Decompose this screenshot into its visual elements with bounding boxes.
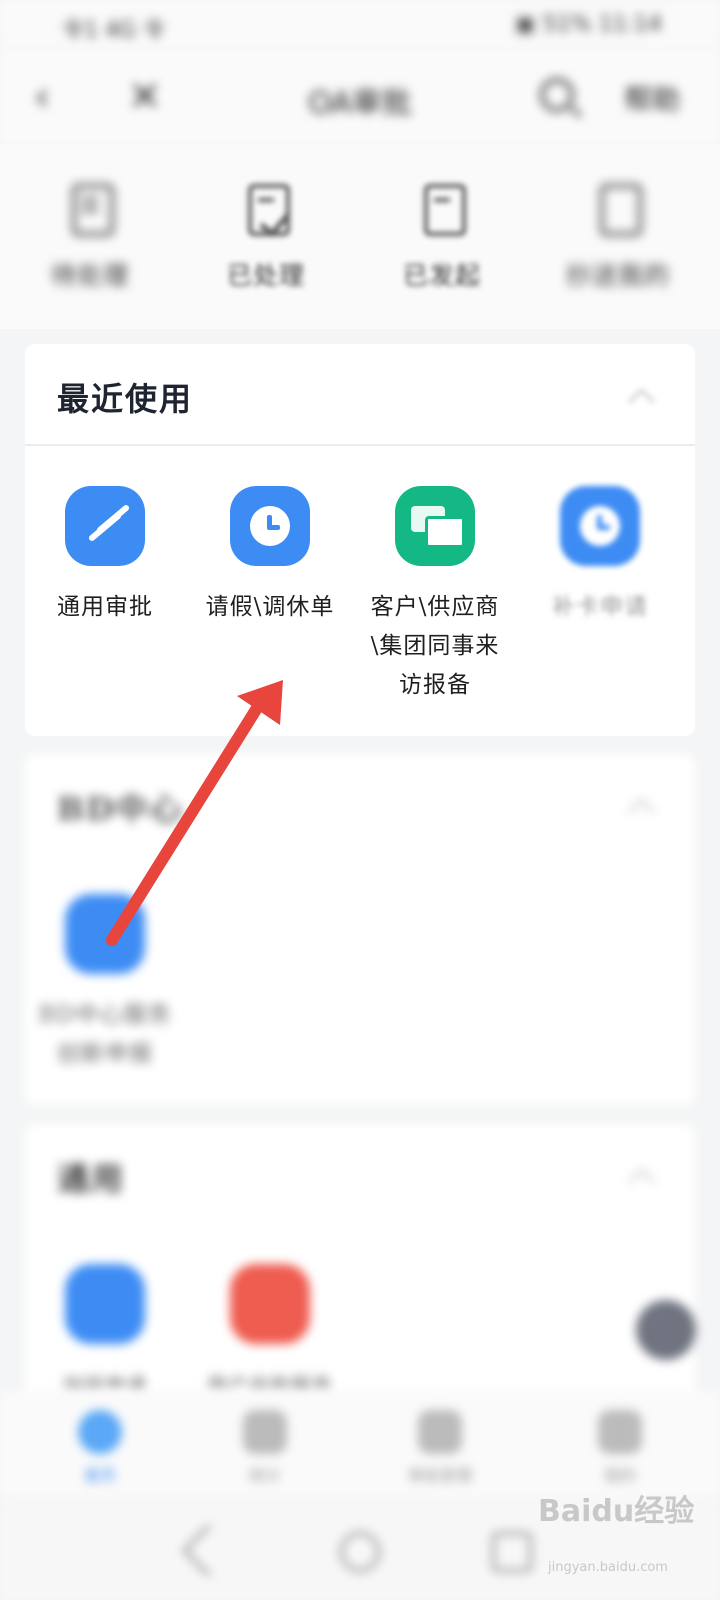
stats-icon bbox=[243, 1410, 287, 1454]
status-right: ▣ 51% 11:14 bbox=[514, 12, 662, 37]
app-overtime[interactable]: 加班申请 bbox=[25, 1264, 185, 1405]
back-triangle-icon[interactable] bbox=[182, 1524, 235, 1577]
app-general-approval[interactable]: 通用审批 bbox=[25, 486, 185, 627]
divider bbox=[25, 444, 695, 446]
app-clock-supplement[interactable]: 补卡申请 bbox=[520, 486, 680, 627]
bd-section: BD中心 BD中心服务 创新申报 bbox=[25, 754, 695, 1104]
tab-initiated[interactable]: 已发起 bbox=[354, 180, 530, 292]
tab-pending[interactable]: 待处理 bbox=[2, 180, 178, 292]
app-self-service[interactable]: 用户自助服务 bbox=[190, 1264, 350, 1405]
cc-icon bbox=[594, 180, 642, 238]
app-icon bbox=[230, 1264, 310, 1344]
app-label: 补卡申请 bbox=[552, 594, 648, 620]
tab-processed[interactable]: 已处理 bbox=[178, 180, 354, 292]
section-title: 通用 bbox=[57, 1160, 126, 1198]
initiated-doc-icon bbox=[418, 180, 466, 238]
home-icon bbox=[78, 1410, 122, 1454]
app-icon bbox=[65, 1264, 145, 1344]
status-left: 令1 4G 令 bbox=[62, 18, 166, 43]
tab-label: 已发起 bbox=[402, 261, 481, 290]
processed-check-icon bbox=[242, 180, 290, 238]
bottom-nav: 首页 统计 审批管理 我的 bbox=[0, 1390, 720, 1500]
nav-home[interactable]: 首页 bbox=[10, 1410, 190, 1486]
app-header: ‹ ✕ OA审批 帮助 bbox=[0, 48, 720, 144]
status-bar: 令1 4G 令 ▣ 51% 11:14 bbox=[0, 0, 720, 48]
approval-tabs: 待处理 已处理 已发起 抄送我的 bbox=[0, 144, 720, 329]
nav-stats[interactable]: 统计 bbox=[175, 1410, 355, 1486]
app-label: 通用审批 bbox=[57, 594, 153, 620]
app-label: 客户\供应商 \集团同事来 访报备 bbox=[370, 594, 500, 698]
help-button[interactable]: 帮助 bbox=[624, 78, 680, 118]
watermark: Baidu经验 bbox=[538, 1494, 695, 1529]
chevron-up-icon[interactable] bbox=[628, 1168, 655, 1195]
app-bd-service[interactable]: BD中心服务 创新申报 bbox=[25, 894, 185, 1074]
recents-square-icon[interactable] bbox=[492, 1532, 532, 1572]
profile-icon bbox=[598, 1410, 642, 1454]
search-icon[interactable] bbox=[540, 78, 574, 112]
recent-section: 最近使用 通用审批 请假\调休单 客户\供应商 \集团同事来 访报备 补卡申请 bbox=[25, 344, 695, 736]
watermark-url: jingyan.baidu.com bbox=[548, 1560, 668, 1575]
clock-icon bbox=[560, 486, 640, 566]
manage-icon bbox=[418, 1410, 462, 1454]
clock-icon bbox=[230, 486, 310, 566]
app-icon bbox=[65, 894, 145, 974]
section-title: 最近使用 bbox=[57, 380, 194, 418]
app-label: BD中心服务 创新申报 bbox=[38, 1002, 172, 1067]
pending-doc-icon bbox=[66, 180, 114, 238]
chat-icon bbox=[395, 486, 475, 566]
general-section: 通用 加班申请 用户自助服务 bbox=[25, 1124, 695, 1414]
page-title: OA审批 bbox=[308, 86, 412, 121]
floating-assistant-button[interactable] bbox=[636, 1300, 696, 1360]
tab-cc[interactable]: 抄送我的 bbox=[530, 180, 706, 292]
home-circle-icon[interactable] bbox=[340, 1532, 380, 1572]
section-title: BD中心 bbox=[57, 790, 184, 828]
tab-label: 待处理 bbox=[50, 261, 129, 290]
app-label: 请假\调休单 bbox=[205, 594, 335, 620]
app-leave-request[interactable]: 请假\调休单 bbox=[190, 486, 350, 627]
tab-label: 抄送我的 bbox=[565, 261, 670, 290]
nav-manage[interactable]: 审批管理 bbox=[350, 1410, 530, 1486]
app-visitor-report[interactable]: 客户\供应商 \集团同事来 访报备 bbox=[355, 486, 515, 705]
chevron-up-icon[interactable] bbox=[628, 798, 655, 825]
nav-profile[interactable]: 我的 bbox=[530, 1410, 710, 1486]
chevron-up-icon[interactable] bbox=[628, 388, 655, 415]
tab-label: 已处理 bbox=[226, 261, 305, 290]
stamp-icon bbox=[65, 486, 145, 566]
